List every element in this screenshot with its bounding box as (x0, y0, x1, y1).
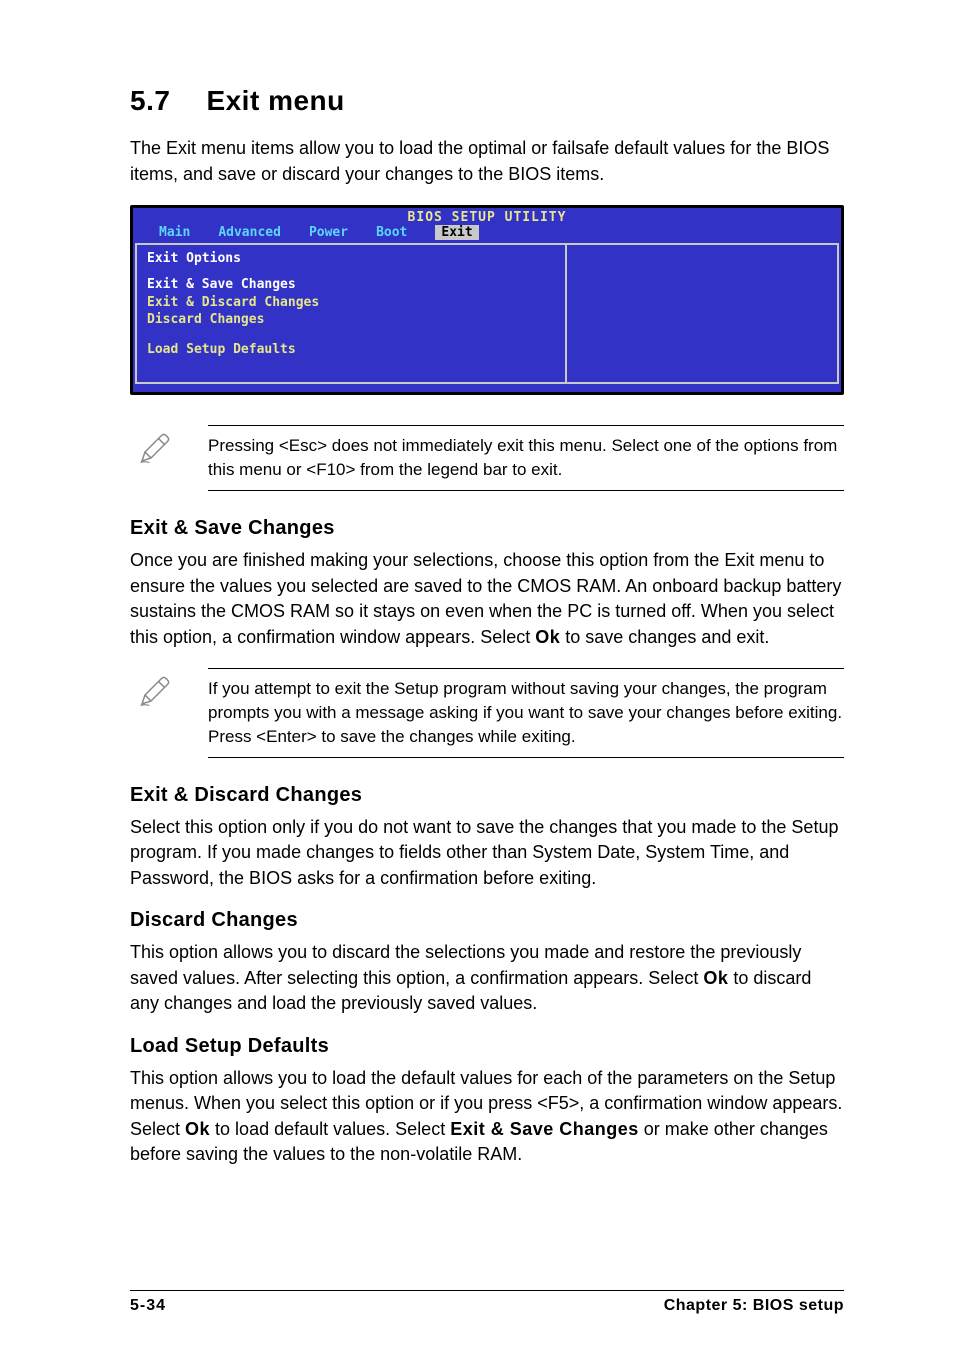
bios-item-load-defaults[interactable]: Load Setup Defaults (147, 341, 555, 359)
heading-exit-save: Exit & Save Changes (130, 517, 844, 540)
page-footer: 5-34 Chapter 5: BIOS setup (130, 1290, 844, 1315)
bios-tab-boot[interactable]: Boot (362, 225, 421, 240)
bios-setup-utility-box: BIOS SETUP UTILITY Main Advanced Power B… (130, 205, 844, 395)
body-exit-discard: Select this option only if you do not wa… (130, 815, 844, 892)
body-discard-pre: This option allows you to discard the se… (130, 942, 801, 988)
section-number: 5.7 (130, 85, 170, 117)
bios-right-panel (567, 243, 839, 384)
bios-item-exit-discard[interactable]: Exit & Discard Changes (147, 294, 555, 312)
bios-tab-bar: Main Advanced Power Boot Exit (133, 225, 841, 243)
note-esc: Pressing <Esc> does not immediately exit… (130, 425, 844, 491)
bios-exit-options-heading: Exit Options (147, 251, 555, 266)
exit-save-bold: Exit & Save Changes (450, 1119, 639, 1139)
bios-item-discard[interactable]: Discard Changes (147, 311, 555, 329)
note-exit-without-save: If you attempt to exit the Setup program… (130, 668, 844, 757)
bios-tab-power[interactable]: Power (295, 225, 362, 240)
body-defaults-mid: to load default values. Select (210, 1119, 450, 1139)
body-load-defaults: This option allows you to load the defau… (130, 1066, 844, 1168)
heading-exit-discard: Exit & Discard Changes (130, 784, 844, 807)
bios-tab-main[interactable]: Main (145, 225, 204, 240)
heading-discard: Discard Changes (130, 909, 844, 932)
note-esc-text: Pressing <Esc> does not immediately exit… (208, 425, 844, 491)
section-heading-text: Exit menu (206, 85, 344, 116)
body-exit-save-post: to save changes and exit. (560, 627, 769, 647)
body-discard: This option allows you to discard the se… (130, 940, 844, 1017)
body-exit-save: Once you are finished making your select… (130, 548, 844, 650)
pencil-icon (130, 668, 178, 710)
bios-tab-exit[interactable]: Exit (435, 225, 478, 240)
bios-left-panel: Exit Options Exit & Save Changes Exit & … (135, 243, 567, 384)
heading-load-defaults: Load Setup Defaults (130, 1035, 844, 1058)
bios-title: BIOS SETUP UTILITY (133, 208, 841, 225)
chapter-label: Chapter 5: BIOS setup (664, 1297, 844, 1315)
note-exit-without-save-text: If you attempt to exit the Setup program… (208, 668, 844, 757)
bios-tab-advanced[interactable]: Advanced (204, 225, 295, 240)
ok-text: Ok (185, 1119, 210, 1139)
intro-paragraph: The Exit menu items allow you to load th… (130, 135, 844, 187)
ok-text: Ok (535, 627, 560, 647)
page-number: 5-34 (130, 1297, 166, 1315)
pencil-icon (130, 425, 178, 467)
section-title: 5.7 Exit menu (130, 85, 844, 117)
bios-item-exit-save[interactable]: Exit & Save Changes (147, 276, 555, 294)
bios-body: Exit Options Exit & Save Changes Exit & … (133, 243, 841, 392)
ok-text: Ok (703, 968, 728, 988)
